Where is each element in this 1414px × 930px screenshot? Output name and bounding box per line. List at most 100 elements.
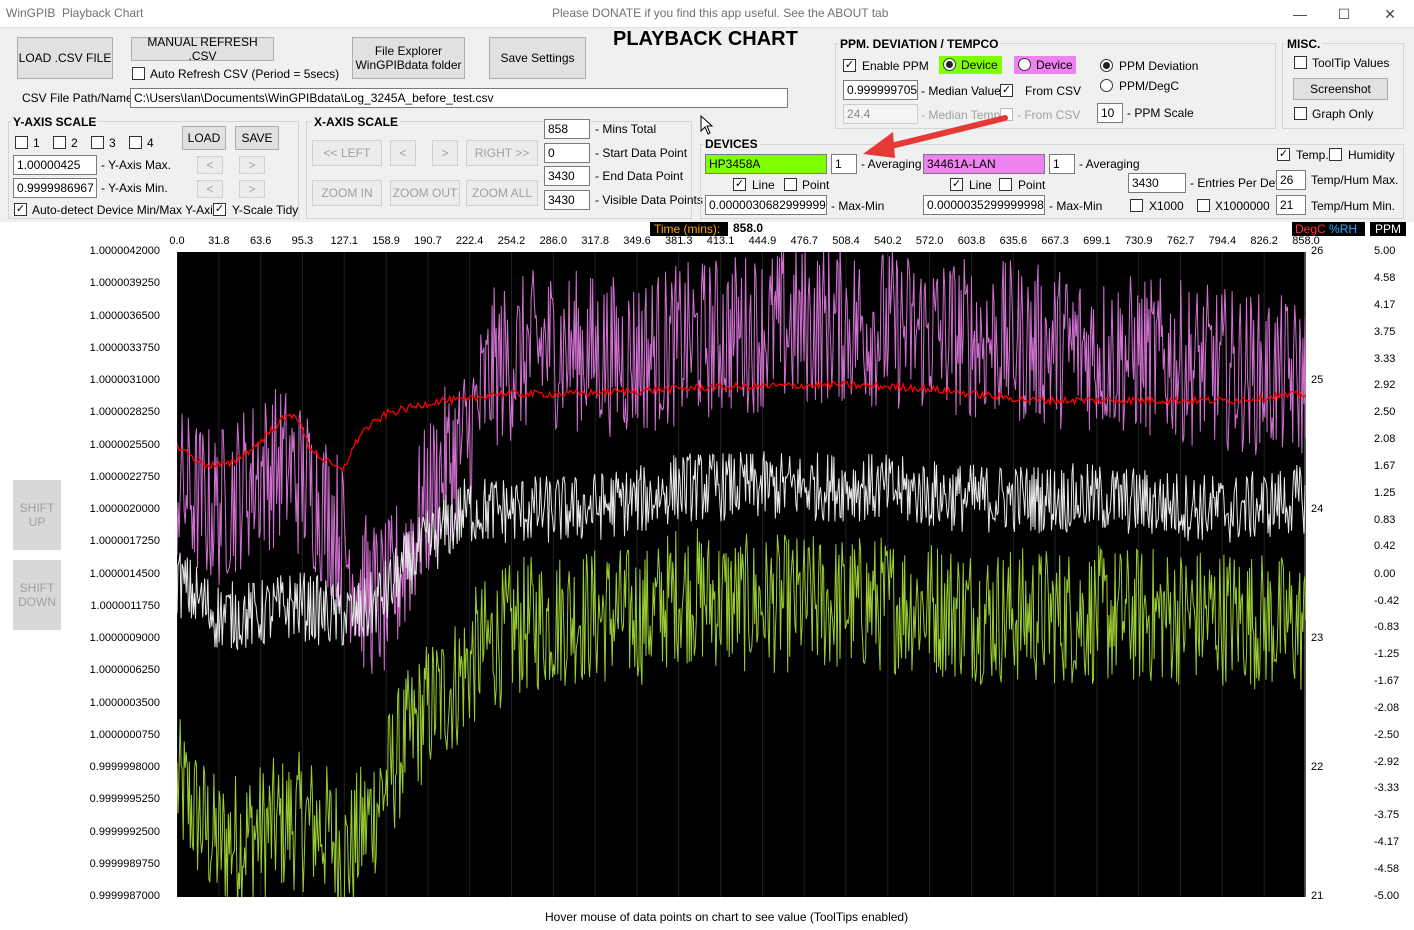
ppm-device2-radio[interactable] [1018, 58, 1031, 71]
x-step-right-button[interactable]: > [432, 140, 458, 166]
y-preset-1-checkbox[interactable] [15, 136, 28, 149]
zoom-out-button[interactable]: ZOOM OUT [390, 180, 460, 206]
temp-label: Temp. [1296, 148, 1329, 162]
device2-point-checkbox[interactable] [999, 178, 1012, 191]
y-tick-label: 0.9999992500 [89, 825, 160, 838]
csv-path-field[interactable]: C:\Users\Ian\Documents\WinGPIBdata\Log_3… [130, 88, 788, 108]
x-step-left-button[interactable]: < [390, 140, 416, 166]
zoom-all-button[interactable]: ZOOM ALL [466, 180, 538, 206]
ppm-device1-swatch[interactable]: Device [939, 56, 1002, 74]
ppm-deviation-radio[interactable] [1100, 59, 1113, 72]
from-csv-checkbox[interactable]: ✓ [1000, 84, 1013, 97]
ppm-degc-radio[interactable] [1100, 79, 1113, 92]
y-scale-tidy-checkbox[interactable]: ✓ [213, 203, 226, 216]
zoom-in-button[interactable]: ZOOM IN [312, 180, 382, 206]
x1000000-checkbox[interactable] [1197, 199, 1210, 212]
device1-maxmin-field[interactable]: 0.000003068299999964 [705, 195, 827, 215]
csv-path-label: CSV File Path/Name - [22, 91, 141, 105]
ppm-axis-header: PPM [1370, 222, 1406, 236]
ppm-tick-label: 0.00 [1374, 567, 1396, 580]
x-tick-label: 762.7 [1166, 235, 1195, 247]
y-axis-min-field[interactable]: 0.9999986967 [13, 178, 97, 198]
y-preset-3-checkbox[interactable] [91, 136, 104, 149]
enable-ppm-checkbox[interactable]: ✓ [843, 59, 856, 72]
y-save-button[interactable]: SAVE [235, 126, 279, 150]
file-explorer-button[interactable]: File Explorer WinGPIBdata folder [352, 37, 465, 79]
device1-maxmin-label: - Max-Min [831, 199, 885, 213]
x-tick-label: 444.9 [748, 235, 777, 247]
mins-total-field[interactable]: 858 [544, 119, 590, 139]
humidity-checkbox[interactable] [1329, 148, 1342, 161]
degc-label: DegC [1295, 222, 1326, 236]
device1-name-field[interactable]: HP3458A [705, 154, 827, 174]
device2-averaging-field[interactable]: 1 [1049, 154, 1075, 174]
time-value: 858.0 [733, 221, 764, 235]
x-tick-label: 0.0 [169, 235, 185, 247]
ppm-tick-label: -4.17 [1374, 836, 1400, 849]
ppm-tick-label: -5.00 [1374, 890, 1400, 902]
temp-tick-label: 21 [1311, 890, 1324, 902]
device1-point-checkbox[interactable] [784, 178, 797, 191]
x-tick-label: 730.9 [1124, 235, 1153, 247]
manual-refresh-button[interactable]: MANUAL REFRESH .CSV [131, 35, 274, 63]
y-preset-4-label: 4 [147, 136, 154, 150]
x-right-button[interactable]: RIGHT >> [466, 140, 538, 166]
entries-per-device-field[interactable]: 3430 [1128, 173, 1186, 193]
y-tick-label: 1.0000011750 [90, 599, 160, 612]
y-min-right-button[interactable]: > [239, 180, 265, 198]
x-tick-label: 349.6 [623, 235, 651, 247]
y-max-right-button[interactable]: > [239, 156, 265, 174]
y-tick-label: 1.0000025500 [89, 438, 160, 451]
ppm-tick-label: 2.92 [1374, 379, 1396, 392]
device1-averaging-field[interactable]: 1 [831, 154, 857, 174]
chart-plot-area[interactable] [176, 243, 1307, 915]
auto-detect-checkbox[interactable]: ✓ [14, 203, 27, 216]
ppm-scale-field[interactable]: 10 [1097, 103, 1123, 123]
y-load-button[interactable]: LOAD [182, 126, 226, 150]
device2-line-checkbox[interactable]: ✓ [950, 178, 963, 191]
ppm-tick-label: 4.58 [1374, 272, 1396, 285]
y-preset-2-checkbox[interactable] [53, 136, 66, 149]
device1-line-checkbox[interactable]: ✓ [733, 178, 746, 191]
screenshot-button[interactable]: Screenshot [1293, 78, 1388, 100]
title-bar: WinGPIB Playback Chart Please DONATE if … [0, 0, 1414, 28]
window-title: Playback Chart [62, 6, 144, 20]
maximize-icon[interactable]: ☐ [1322, 0, 1366, 28]
ppm-device1-radio[interactable] [943, 58, 956, 71]
x-left-button[interactable]: << LEFT [312, 140, 382, 166]
median-value-field[interactable]: 0.9999997057 [843, 80, 918, 100]
ppm-device2-swatch[interactable]: Device [1014, 56, 1076, 74]
ppm-title: PPM. DEVIATION / TEMPCO [838, 37, 1001, 51]
graph-only-checkbox[interactable] [1294, 107, 1307, 120]
close-icon[interactable]: ✕ [1368, 0, 1412, 28]
auto-refresh-checkbox[interactable] [132, 67, 145, 80]
x-tick-label: 254.2 [497, 235, 526, 247]
temp-min-field[interactable]: 21 [1276, 195, 1306, 215]
y-axis-max-field[interactable]: 1.00000425 [13, 155, 97, 175]
y-min-left-button[interactable]: < [197, 180, 223, 198]
start-point-field[interactable]: 0 [544, 143, 590, 163]
end-point-field[interactable]: 3430 [544, 166, 590, 186]
load-csv-button[interactable]: LOAD .CSV FILE [17, 37, 113, 79]
y-preset-4-checkbox[interactable] [129, 136, 142, 149]
annotation-arrow-icon [863, 115, 1008, 158]
tooltip-checkbox[interactable] [1294, 56, 1307, 69]
x-tick-label: 95.3 [291, 235, 314, 247]
minimize-icon[interactable]: — [1278, 0, 1322, 28]
donate-notice: Please DONATE if you find this app usefu… [552, 6, 889, 20]
device2-maxmin-field[interactable]: 0.000003529999999862 [923, 195, 1045, 215]
device2-line-label: Line [969, 178, 992, 192]
visible-points-field[interactable]: 3430 [544, 190, 590, 210]
save-settings-button[interactable]: Save Settings [489, 37, 586, 79]
ppm-tick-label: 4.17 [1374, 298, 1396, 311]
chart-footer: Hover mouse of data points on chart to s… [545, 910, 909, 924]
temp-max-field[interactable]: 26 [1276, 170, 1306, 190]
ppm-deviation-label: PPM Deviation [1119, 59, 1199, 73]
ppm-tick-label: -0.42 [1374, 594, 1400, 607]
x1000-checkbox[interactable] [1130, 199, 1143, 212]
x-tick-label: 413.1 [706, 235, 735, 247]
y-max-left-button[interactable]: < [197, 156, 223, 174]
x1000-label: X1000 [1149, 199, 1184, 213]
ppm-tick-label: 2.50 [1374, 406, 1396, 419]
temp-checkbox[interactable]: ✓ [1277, 148, 1290, 161]
